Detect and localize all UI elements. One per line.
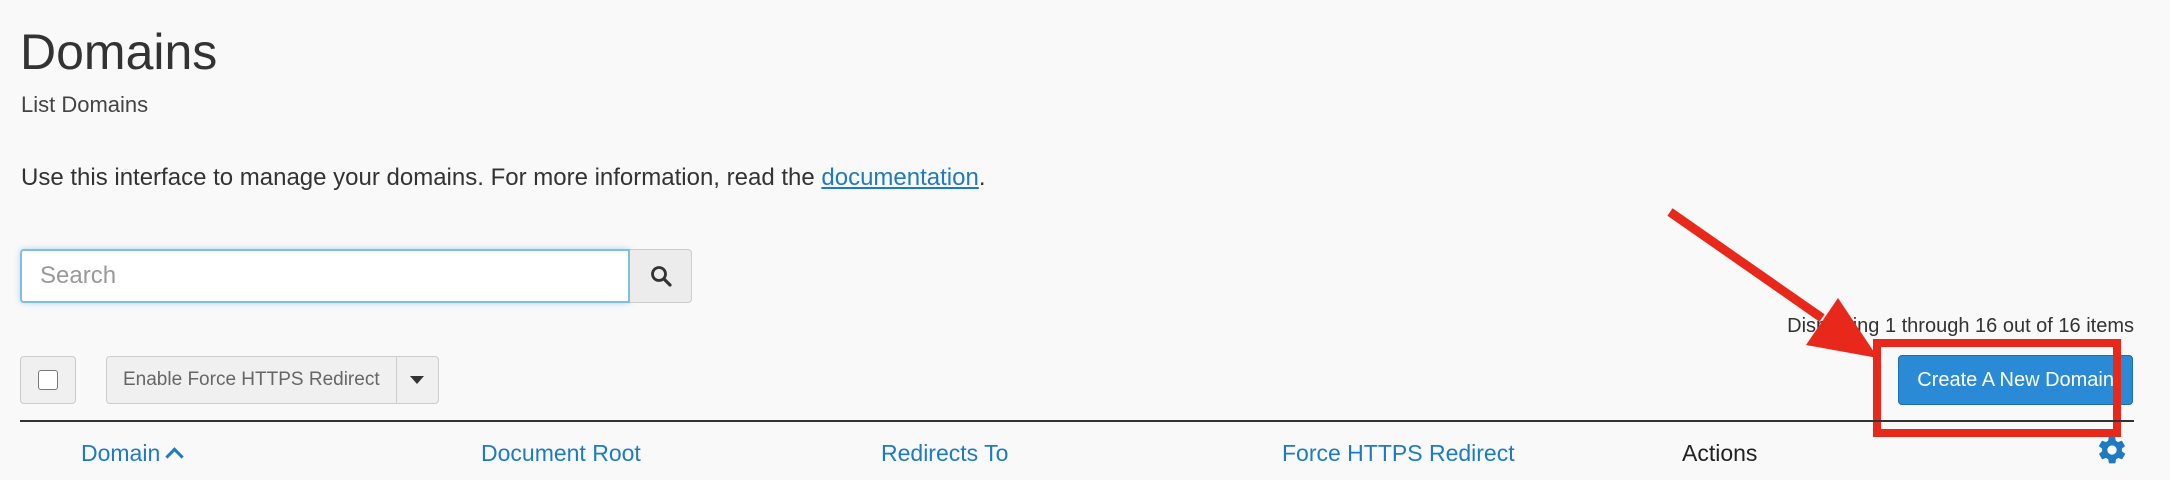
intro-body: Use this interface to manage your domain… bbox=[21, 164, 822, 191]
domains-page: Domains List Domains Use this interface … bbox=[0, 0, 2170, 480]
column-header-document-root[interactable]: Document Root bbox=[481, 438, 641, 468]
caret-down-icon bbox=[410, 376, 425, 384]
table-header: Domain Document Root Redirects To Force … bbox=[20, 420, 2134, 480]
column-header-force-https[interactable]: Force HTTPS Redirect bbox=[1282, 438, 1515, 468]
annotation-arrow bbox=[1667, 208, 1878, 358]
column-header-actions: Actions bbox=[1682, 440, 1758, 466]
checkbox-box bbox=[38, 370, 58, 390]
search-icon bbox=[650, 266, 672, 287]
column-header-redirects-to[interactable]: Redirects To bbox=[881, 438, 1008, 468]
intro-text: Use this interface to manage your domain… bbox=[21, 162, 986, 194]
search-input[interactable] bbox=[20, 249, 630, 303]
https-dropdown-toggle[interactable] bbox=[396, 356, 439, 404]
pagination-summary: Displaying 1 through 16 out of 16 items bbox=[1787, 315, 2134, 337]
https-action-group: Enable Force HTTPS Redirect bbox=[106, 356, 439, 404]
page-title: Domains bbox=[20, 24, 218, 80]
column-header-domain[interactable]: Domain bbox=[81, 438, 184, 468]
search-bar bbox=[20, 249, 692, 303]
search-button[interactable] bbox=[630, 249, 692, 303]
intro-suffix: . bbox=[978, 164, 986, 191]
sort-ascending-icon bbox=[165, 447, 184, 466]
enable-force-https-button[interactable]: Enable Force HTTPS Redirect bbox=[106, 356, 397, 404]
page-subtitle: List Domains bbox=[21, 92, 149, 117]
create-new-domain-button[interactable]: Create A New Domain bbox=[1898, 355, 2133, 405]
column-label: Domain bbox=[81, 440, 161, 466]
gear-icon[interactable] bbox=[2096, 434, 2128, 466]
select-all-checkbox[interactable] bbox=[20, 356, 76, 404]
documentation-link[interactable]: documentation bbox=[821, 164, 978, 191]
